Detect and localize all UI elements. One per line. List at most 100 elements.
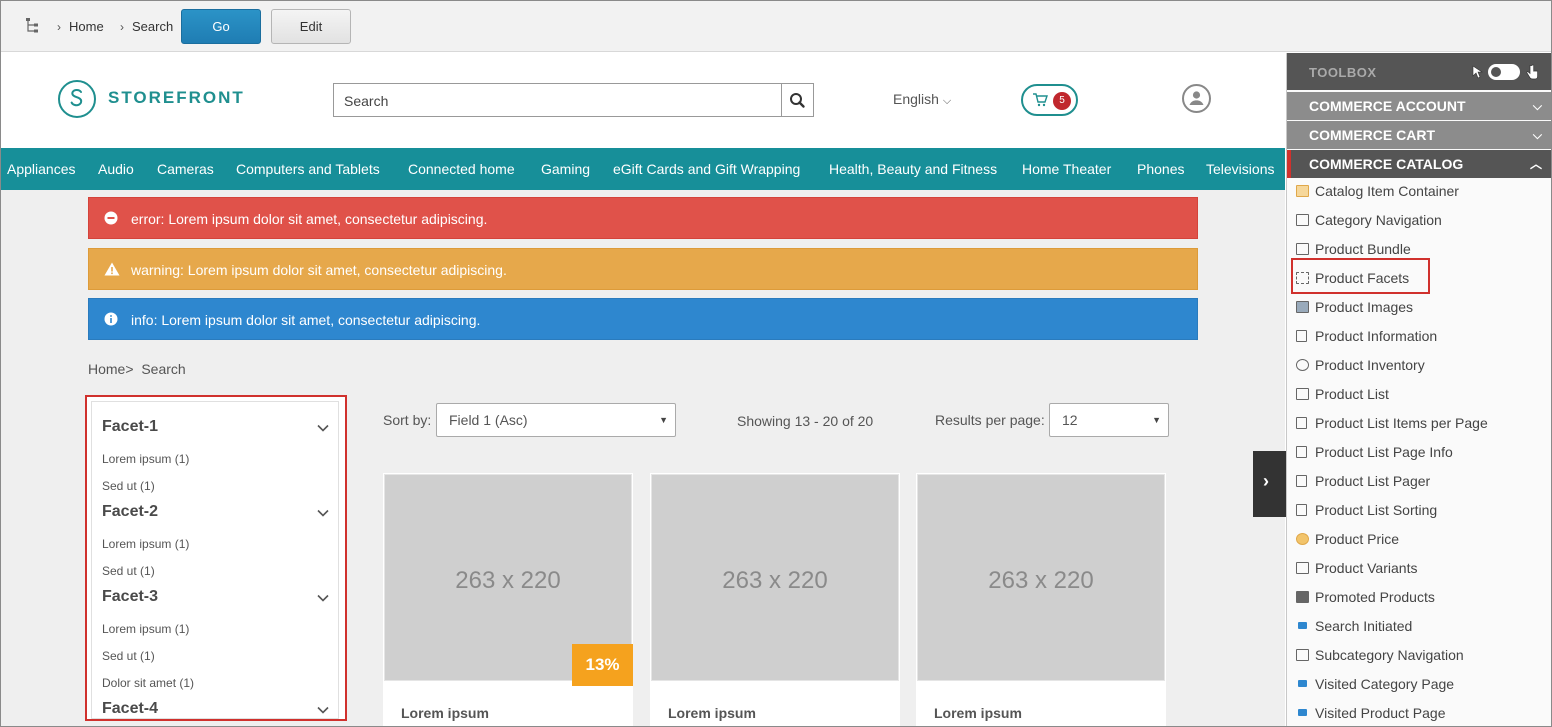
product-name[interactable]: Lorem ipsum bbox=[934, 705, 1022, 721]
page-breadcrumb-home[interactable]: Home bbox=[88, 361, 125, 377]
facet-option[interactable]: Sed ut (1) bbox=[102, 479, 155, 493]
cart-button[interactable]: 5 bbox=[1021, 84, 1078, 116]
facet-title-4[interactable]: Facet-4 bbox=[102, 700, 158, 718]
facet-option[interactable]: Sed ut (1) bbox=[102, 649, 155, 663]
logo-text[interactable]: STOREFRONT bbox=[108, 88, 245, 108]
toolbox-item-product-list-pager[interactable]: Product List Pager bbox=[1287, 467, 1551, 496]
facet-option[interactable]: Dolor sit amet (1) bbox=[102, 676, 194, 690]
edit-button[interactable]: Edit bbox=[271, 9, 351, 44]
nav-item-televisions[interactable]: Televisions bbox=[1206, 161, 1274, 177]
toolbox-item-label: Product List Sorting bbox=[1315, 502, 1438, 518]
warning-alert: warning: Lorem ipsum dolor sit amet, con… bbox=[88, 248, 1198, 290]
section-commerce-catalog[interactable]: COMMERCE CATALOG ︿ bbox=[1287, 150, 1551, 178]
facet-option[interactable]: Sed ut (1) bbox=[102, 564, 155, 578]
toolbox-item-catalog-item-container[interactable]: Catalog Item Container bbox=[1287, 177, 1551, 206]
language-selector[interactable]: English ⌵ bbox=[893, 91, 951, 108]
bundle-icon bbox=[1296, 243, 1309, 255]
toolbox-item-visited-category-page[interactable]: Visited Category Page bbox=[1287, 670, 1551, 699]
toolbox-item-product-list[interactable]: Product List bbox=[1287, 380, 1551, 409]
product-card[interactable]: 263 x 220 Lorem ipsum bbox=[916, 473, 1166, 726]
product-image-placeholder[interactable]: 263 x 220 bbox=[917, 474, 1165, 681]
page-breadcrumb-current: Search bbox=[141, 361, 186, 377]
mode-toggle[interactable] bbox=[1488, 64, 1520, 80]
toolbox-item-category-navigation[interactable]: Category Navigation bbox=[1287, 206, 1551, 235]
nav-item-phones[interactable]: Phones bbox=[1137, 161, 1184, 177]
toolbox-item-product-list-items-per-page[interactable]: Product List Items per Page bbox=[1287, 409, 1551, 438]
breadcrumb-home[interactable]: › Home bbox=[57, 19, 104, 34]
nav-item-health-beauty[interactable]: Health, Beauty and Fitness bbox=[829, 161, 997, 177]
product-image-placeholder[interactable]: 263 x 220 bbox=[651, 474, 899, 681]
toolbox-toggle-handle[interactable]: › bbox=[1253, 451, 1286, 517]
section-commerce-cart[interactable]: COMMERCE CART ⌵ bbox=[1287, 121, 1551, 149]
nav-item-home-theater[interactable]: Home Theater bbox=[1022, 161, 1111, 177]
toolbox-item-promoted-products[interactable]: Promoted Products bbox=[1287, 583, 1551, 612]
facet-title-1[interactable]: Facet-1 bbox=[102, 418, 158, 436]
chevron-down-icon[interactable] bbox=[317, 592, 329, 604]
sort-select[interactable]: Field 1 (Asc) ▼ bbox=[436, 403, 676, 437]
chevron-down-icon[interactable] bbox=[317, 422, 329, 434]
toolbox-item-search-initiated[interactable]: Search Initiated bbox=[1287, 612, 1551, 641]
toolbox-item-product-list-sorting[interactable]: Product List Sorting bbox=[1287, 496, 1551, 525]
pointer-cursor-icon[interactable] bbox=[1472, 65, 1484, 79]
storefront-logo-icon[interactable] bbox=[58, 80, 96, 118]
facet-title-2[interactable]: Facet-2 bbox=[102, 503, 158, 521]
toolbox-item-visited-product-page[interactable]: Visited Product Page bbox=[1287, 699, 1551, 726]
toolbox-item-product-images[interactable]: Product Images bbox=[1287, 293, 1551, 322]
nav-item-cameras[interactable]: Cameras bbox=[157, 161, 214, 177]
nav-item-computers-tablets[interactable]: Computers and Tablets bbox=[236, 161, 380, 177]
search-button[interactable] bbox=[781, 83, 814, 117]
site-header: STOREFRONT Search English ⌵ 5 bbox=[1, 53, 1285, 148]
toolbox-item-label: Product List Pager bbox=[1315, 473, 1431, 489]
section-commerce-account[interactable]: COMMERCE ACCOUNT ⌵ bbox=[1287, 92, 1551, 120]
results-per-page-select[interactable]: 12 ▼ bbox=[1049, 403, 1169, 437]
placeholder-size-label: 263 x 220 bbox=[455, 567, 561, 594]
search-input[interactable]: Search bbox=[333, 83, 783, 117]
search-icon bbox=[790, 93, 805, 108]
chevron-down-icon[interactable] bbox=[317, 704, 329, 716]
toolbox-item-label: Category Navigation bbox=[1315, 212, 1442, 228]
results-per-page-value: 12 bbox=[1062, 412, 1078, 428]
hand-pointer-icon[interactable] bbox=[1525, 64, 1539, 80]
toolbox-item-product-variants[interactable]: Product Variants bbox=[1287, 554, 1551, 583]
toolbox-item-label: Product Information bbox=[1315, 328, 1438, 344]
container-icon bbox=[1296, 185, 1309, 197]
product-card[interactable]: 263 x 220 Lorem ipsum bbox=[650, 473, 900, 726]
calendar-icon bbox=[1296, 649, 1309, 661]
toolbox-item-label: Product Images bbox=[1315, 299, 1414, 315]
placeholder-size-label: 263 x 220 bbox=[988, 567, 1094, 594]
product-card[interactable]: 263 x 220 13% Lorem ipsum bbox=[383, 473, 633, 726]
breadcrumb-search[interactable]: › Search bbox=[120, 19, 173, 34]
toolbox-item-product-information[interactable]: Product Information bbox=[1287, 322, 1551, 351]
sort-select-value: Field 1 (Asc) bbox=[449, 412, 528, 428]
nav-item-appliances[interactable]: Appliances bbox=[7, 161, 76, 177]
toolbox-item-label: Visited Product Page bbox=[1315, 705, 1446, 721]
toolbox-item-product-price[interactable]: Product Price bbox=[1287, 525, 1551, 554]
sitemap-icon[interactable] bbox=[25, 18, 39, 34]
facet-option[interactable]: Lorem ipsum (1) bbox=[102, 452, 189, 466]
warning-alert-text: warning: Lorem ipsum dolor sit amet, con… bbox=[131, 262, 507, 278]
category-nav: Appliances Audio Cameras Computers and T… bbox=[1, 148, 1285, 190]
user-account-icon[interactable] bbox=[1182, 84, 1211, 113]
go-button[interactable]: Go bbox=[181, 9, 261, 44]
section-label: COMMERCE ACCOUNT bbox=[1309, 98, 1466, 114]
toolbox-item-product-list-page-info[interactable]: Product List Page Info bbox=[1287, 438, 1551, 467]
info-alert: info: Lorem ipsum dolor sit amet, consec… bbox=[88, 298, 1198, 340]
nav-item-connected-home[interactable]: Connected home bbox=[408, 161, 515, 177]
nav-item-egift-cards[interactable]: eGift Cards and Gift Wrapping bbox=[613, 161, 800, 177]
facet-title-3[interactable]: Facet-3 bbox=[102, 588, 158, 606]
facets-list: Facet-1 Lorem ipsum (1) Sed ut (1) Facet… bbox=[91, 401, 339, 719]
product-name[interactable]: Lorem ipsum bbox=[401, 705, 489, 721]
results-count: Showing 13 - 20 of 20 bbox=[737, 413, 874, 429]
nav-item-audio[interactable]: Audio bbox=[98, 161, 134, 177]
nav-item-gaming[interactable]: Gaming bbox=[541, 161, 590, 177]
product-name[interactable]: Lorem ipsum bbox=[668, 705, 756, 721]
toolbox-item-product-inventory[interactable]: Product Inventory bbox=[1287, 351, 1551, 380]
info-alert-text: info: Lorem ipsum dolor sit amet, consec… bbox=[131, 312, 481, 328]
toolbox-item-label: Product Inventory bbox=[1315, 357, 1425, 373]
user-silhouette-icon bbox=[1189, 91, 1204, 105]
toolbox-item-subcategory-navigation[interactable]: Subcategory Navigation bbox=[1287, 641, 1551, 670]
chevron-down-icon[interactable] bbox=[317, 507, 329, 519]
facet-option[interactable]: Lorem ipsum (1) bbox=[102, 537, 189, 551]
toolbox-item-label: Product List bbox=[1315, 386, 1389, 402]
facet-option[interactable]: Lorem ipsum (1) bbox=[102, 622, 189, 636]
